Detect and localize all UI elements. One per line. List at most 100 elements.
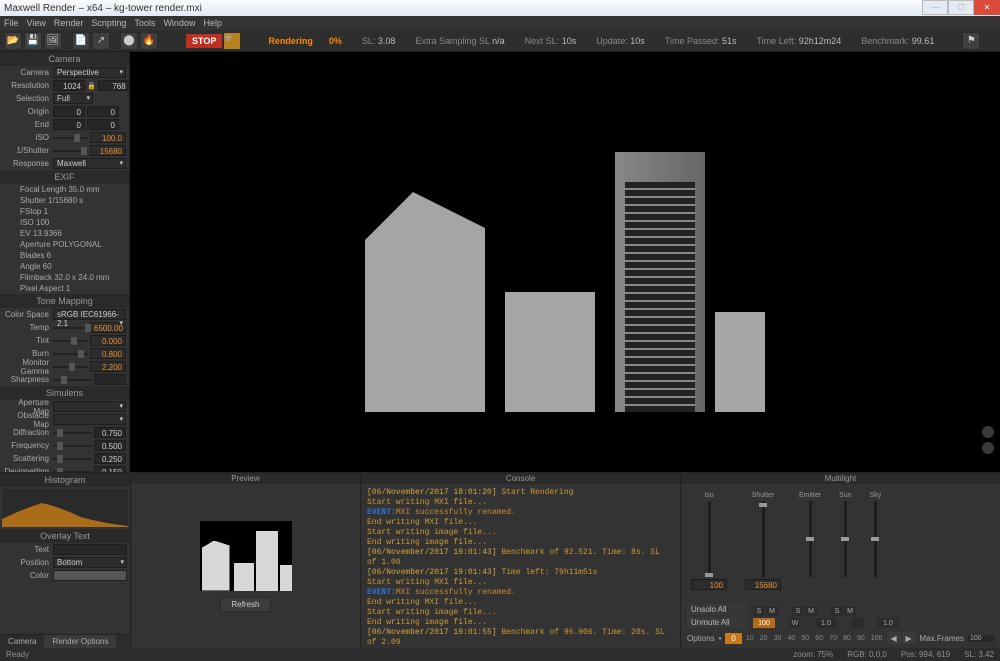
- stat-extrasampling: Extra Sampling SL n/a: [415, 36, 504, 46]
- exif-row: Shutter 1/15680 s: [0, 195, 129, 206]
- save-icon[interactable]: 💾: [24, 32, 42, 50]
- window-titlebar: Maxwell Render – x64 – kg-tower render.m…: [0, 0, 1000, 16]
- menu-file[interactable]: File: [4, 18, 19, 28]
- devignetting-slider[interactable]: [53, 471, 92, 473]
- iso-value[interactable]: 100.0: [90, 132, 126, 143]
- prev-frame-button[interactable]: ◀: [887, 632, 901, 644]
- menu-tools[interactable]: Tools: [134, 18, 155, 28]
- viewport-tool-icon[interactable]: [982, 426, 994, 438]
- exif-row: Aperture POLYGONAL: [0, 239, 129, 250]
- left-panel: Camera CameraPerspective Resolution1024🔒…: [0, 52, 130, 472]
- camera-dropdown[interactable]: Perspective: [53, 67, 126, 78]
- origin-y[interactable]: 0: [87, 106, 119, 117]
- radioactive-icon[interactable]: ☢: [224, 33, 240, 49]
- menu-window[interactable]: Window: [163, 18, 195, 28]
- overlay-text-input[interactable]: [53, 544, 127, 555]
- res-height-input[interactable]: 768: [98, 80, 130, 91]
- timeline-ruler[interactable]: 102030405060708090100: [746, 632, 883, 644]
- histogram[interactable]: [2, 489, 128, 527]
- ml-iso-value[interactable]: 100: [691, 579, 727, 590]
- status-pos: Pos: 994, 619: [901, 650, 950, 659]
- ml-iso-slider[interactable]: [708, 501, 711, 577]
- stat-benchmark: Benchmark: 99.61: [861, 36, 934, 46]
- toolbar: 📂 💾 🖼 📄 ↗ ⬤ 🔥 STOP ☢ Rendering 0% SL: 3.…: [0, 30, 1000, 52]
- ml-emitter-slider[interactable]: [809, 501, 812, 577]
- frequency-slider[interactable]: [53, 445, 92, 447]
- viewport-tool-icon[interactable]: [982, 442, 994, 454]
- render-percent: 0%: [329, 36, 342, 46]
- response-dropdown[interactable]: Maxwell: [53, 158, 126, 169]
- burn-slider[interactable]: [53, 353, 88, 355]
- window-title: Maxwell Render – x64 – kg-tower render.m…: [4, 3, 202, 14]
- save-image-icon[interactable]: 🖼: [44, 32, 62, 50]
- lock-icon[interactable]: 🔒: [87, 82, 96, 90]
- colorspace-dropdown[interactable]: sRGB IEC61966-2.1: [53, 309, 126, 320]
- histogram-header: Histogram: [0, 473, 130, 487]
- tint-value[interactable]: 0.000: [90, 335, 126, 346]
- overlay-color-swatch[interactable]: [53, 570, 127, 581]
- aperture-map[interactable]: [53, 401, 126, 412]
- ml-shutter-value[interactable]: 15680: [745, 579, 781, 590]
- shutter-slider[interactable]: [53, 150, 88, 152]
- window-maximize-button[interactable]: ☐: [948, 0, 974, 15]
- exif-row: ISO 100: [0, 217, 129, 228]
- gamma-value[interactable]: 2.200: [90, 361, 126, 372]
- gamma-slider[interactable]: [53, 366, 88, 368]
- fire-icon[interactable]: 🔥: [140, 32, 158, 50]
- end-y[interactable]: 0: [87, 119, 119, 130]
- window-minimize-button[interactable]: —: [922, 0, 948, 15]
- exif-row: Blades 6: [0, 250, 129, 261]
- res-width-input[interactable]: 1024: [53, 80, 85, 91]
- frame-0-button[interactable]: 0: [725, 633, 741, 644]
- file-icon[interactable]: 📄: [72, 32, 90, 50]
- menu-render[interactable]: Render: [54, 18, 84, 28]
- flag-icon[interactable]: ⚑: [962, 32, 980, 50]
- selection-dropdown[interactable]: Full: [53, 93, 93, 104]
- maxframes-input[interactable]: 100: [968, 635, 994, 642]
- ml-shutter-slider[interactable]: [762, 501, 765, 577]
- camera-section-header: Camera: [0, 52, 129, 66]
- render-status: Rendering: [268, 36, 313, 46]
- shutter-value[interactable]: 15680: [90, 145, 126, 156]
- unsolo-all-button[interactable]: Unsolo All: [687, 604, 747, 615]
- tab-render-options[interactable]: Render Options: [44, 635, 116, 648]
- ml-sky-slider[interactable]: [874, 501, 877, 577]
- options-label: Options: [687, 634, 715, 643]
- stat-timeleft: Time Left: 92h12m24: [757, 36, 842, 46]
- menu-bar: File View Render Scripting Tools Window …: [0, 16, 1000, 30]
- ml-sun-slider[interactable]: [844, 501, 847, 577]
- exif-row: EV 13.9366: [0, 228, 129, 239]
- stop-button[interactable]: STOP: [186, 34, 222, 48]
- overlay-position-dropdown[interactable]: Bottom: [53, 557, 127, 568]
- sharpness-slider[interactable]: [53, 379, 92, 381]
- menu-scripting[interactable]: Scripting: [91, 18, 126, 28]
- render-viewport[interactable]: [130, 52, 1000, 472]
- open-icon[interactable]: 📂: [4, 32, 22, 50]
- exif-row: FStop 1: [0, 206, 129, 217]
- tint-slider[interactable]: [53, 340, 88, 342]
- console-output[interactable]: [06/November/2017 18:01:20] Start Render…: [361, 484, 680, 648]
- origin-x[interactable]: 0: [53, 106, 85, 117]
- burn-value[interactable]: 0.800: [90, 348, 126, 359]
- maxframes-label: Max.Frames: [920, 634, 964, 643]
- temp-slider[interactable]: [53, 327, 88, 329]
- menu-view[interactable]: View: [27, 18, 46, 28]
- iso-slider[interactable]: [53, 137, 88, 139]
- exif-row: Focal Length 35.0 mm: [0, 184, 129, 195]
- unmute-all-button[interactable]: Unmute All: [687, 617, 747, 628]
- tab-camera[interactable]: Camera: [0, 635, 44, 648]
- multilight-header: Multilight: [681, 473, 1000, 484]
- end-x[interactable]: 0: [53, 119, 85, 130]
- diffraction-slider[interactable]: [53, 432, 92, 434]
- window-close-button[interactable]: ✕: [974, 0, 1000, 15]
- menu-help[interactable]: Help: [203, 18, 222, 28]
- bullet-icon: •: [719, 634, 722, 643]
- status-rgb: RGB: 0,0,0: [847, 650, 887, 659]
- preview-header: Preview: [131, 473, 360, 484]
- obstacle-map[interactable]: [53, 414, 126, 425]
- render-icon[interactable]: ⬤: [120, 32, 138, 50]
- next-frame-button[interactable]: ▶: [902, 632, 916, 644]
- refresh-button[interactable]: Refresh: [220, 597, 270, 612]
- export-icon[interactable]: ↗: [92, 32, 110, 50]
- scattering-slider[interactable]: [53, 458, 92, 460]
